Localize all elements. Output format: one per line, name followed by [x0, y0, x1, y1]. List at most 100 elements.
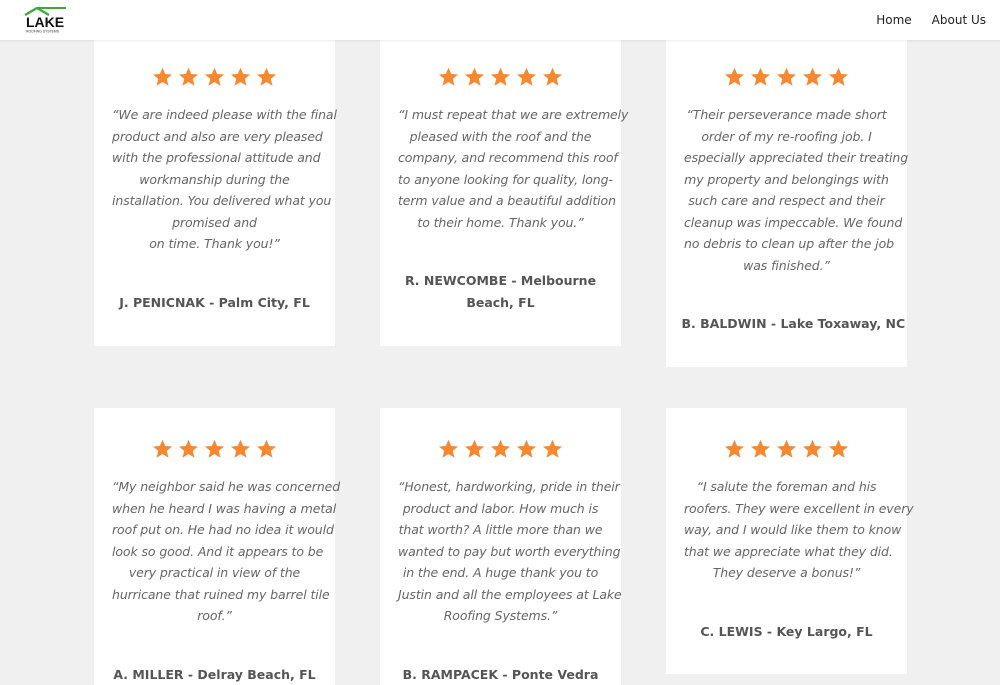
- star-icon: [230, 67, 251, 86]
- author-line: B. BALDWIN - Lake Toxaway, NC: [681, 316, 906, 331]
- testimonial-card: “Their perseverance made short order of m…: [666, 38, 908, 367]
- star-icon: [204, 439, 225, 458]
- author-line: A. MILLER - Delray Beach, FL: [113, 666, 316, 682]
- star-icon: [828, 439, 849, 458]
- star-icon: [152, 67, 173, 86]
- quote-line: when he heard I was having a metal: [112, 500, 337, 516]
- star-icon: [464, 67, 485, 86]
- star-rating: [380, 67, 621, 87]
- quote-line: They deserve a bonus!”: [712, 565, 861, 580]
- quote-line: look so good. And it appears to be: [112, 543, 324, 559]
- testimonial-quote: “Their perseverance made short order of m…: [684, 104, 908, 276]
- quote-line: “We are indeed please with the final: [112, 107, 337, 122]
- quote-line: installation. You delivered what you: [112, 193, 332, 208]
- testimonial-quote: “My neighbor said he was concerned when h…: [112, 476, 341, 627]
- quote-line: very practical in view of the: [128, 565, 301, 580]
- quote-line: with the professional attitude and: [112, 150, 321, 165]
- testimonial-card: “My neighbor said he was concerned when h…: [94, 408, 341, 685]
- star-icon: [490, 67, 511, 86]
- star-icon: [230, 439, 251, 458]
- site-logo[interactable]: LAKE ROOFING SYSTEMS: [22, 4, 78, 34]
- quote-line: to their home. Thank you.”: [417, 214, 584, 230]
- quote-line: “I must repeat that we are extremely: [398, 107, 629, 122]
- author-line: Beach, FL: [466, 295, 535, 310]
- quote-line: product and also are very pleased: [112, 128, 323, 144]
- quote-line: way, and I would like them to know: [684, 522, 902, 537]
- quote-line: product and labor. How much is: [402, 500, 599, 516]
- quote-line: Roofing Systems.”: [443, 608, 558, 623]
- star-icon: [152, 439, 173, 458]
- star-icon: [750, 439, 771, 458]
- author-line: C. LEWIS - Key Largo, FL: [700, 623, 873, 639]
- star-icon: [178, 439, 199, 458]
- star-icon: [724, 67, 745, 86]
- star-icon: [542, 67, 563, 86]
- nav-home-link[interactable]: Home: [876, 13, 911, 27]
- quote-line: promised and: [172, 214, 257, 230]
- star-icon: [438, 439, 459, 458]
- quote-line: hurricane that ruined my barrel tile: [112, 586, 330, 602]
- quote-line: roofers. They were excellent in every: [684, 500, 914, 516]
- author-line: J. PENICNAK - Palm City, FL: [119, 294, 310, 310]
- quote-line: no debris to clean up after the job: [684, 236, 894, 251]
- testimonial-author: B. BALDWIN - Lake Toxaway, NC: [681, 313, 906, 335]
- star-icon: [256, 439, 277, 458]
- author-line: B. RAMPACEK - Ponte Vedra: [402, 666, 599, 682]
- quote-line: was finished.”: [743, 257, 830, 273]
- star-icon: [178, 67, 199, 86]
- quote-line: company, and recommend this roof: [398, 150, 618, 165]
- star-icon: [776, 67, 797, 86]
- testimonial-card: “I must repeat that we are extremely plea…: [380, 38, 629, 346]
- star-icon: [776, 439, 797, 458]
- star-rating: [380, 439, 621, 459]
- quote-line: workmanship during the: [139, 171, 290, 187]
- star-icon: [750, 67, 771, 86]
- testimonial-author: B. RAMPACEK - Ponte Vedra: [396, 664, 606, 685]
- quote-line: that worth? A little more than we: [398, 522, 603, 537]
- quote-line: “Their perseverance made short: [686, 107, 887, 122]
- testimonial-author: C. LEWIS - Key Largo, FL: [682, 621, 892, 643]
- quote-line: such care and respect and their: [688, 193, 885, 208]
- quote-line: to anyone looking for quality, long-: [398, 171, 613, 187]
- star-rating: [666, 439, 907, 459]
- testimonial-card: “We are indeed please with the final prod…: [94, 38, 337, 346]
- star-icon: [724, 439, 745, 458]
- quote-line: cleanup was impeccable. We found: [684, 214, 903, 230]
- quote-line: that we appreciate what they did.: [684, 543, 893, 559]
- star-rating: [94, 439, 335, 459]
- star-rating: [94, 67, 335, 87]
- testimonial-quote: “I salute the foreman and his roofers. Th…: [684, 476, 914, 584]
- quote-line: order of my re-roofing job. I: [701, 128, 872, 144]
- star-icon: [516, 67, 537, 86]
- star-icon: [464, 439, 485, 458]
- quote-line: roof.”: [197, 608, 232, 623]
- star-icon: [490, 439, 511, 458]
- star-icon: [256, 67, 277, 86]
- quote-line: Justin and all the employees at Lake: [398, 586, 622, 602]
- quote-line: my property and belongings with: [684, 171, 889, 187]
- star-icon: [516, 439, 537, 458]
- testimonial-quote: “I must repeat that we are extremely plea…: [398, 104, 629, 233]
- author-line: R. NEWCOMBE - Melbourne: [404, 273, 597, 288]
- quote-line: “My neighbor said he was concerned: [112, 479, 341, 494]
- star-icon: [542, 439, 563, 458]
- quote-line: wanted to pay but worth everything: [398, 543, 621, 559]
- star-icon: [438, 67, 459, 86]
- quote-line: pleased with the roof and the: [409, 128, 592, 144]
- testimonial-quote: “Honest, hardworking, pride in their prod…: [398, 476, 622, 627]
- site-header: LAKE ROOFING SYSTEMS Home About Us: [0, 0, 1000, 40]
- logo-tagline: ROOFING SYSTEMS: [26, 30, 60, 34]
- testimonial-card: “Honest, hardworking, pride in their prod…: [380, 408, 622, 685]
- testimonial-card: “I salute the foreman and his roofers. Th…: [666, 408, 914, 674]
- nav-about-link[interactable]: About Us: [932, 13, 986, 27]
- star-rating: [666, 67, 907, 87]
- star-icon: [802, 439, 823, 458]
- star-icon: [828, 67, 849, 86]
- testimonial-quote: “We are indeed please with the final prod…: [112, 104, 337, 255]
- testimonial-author: R. NEWCOMBE - Melbourne Beach, FL: [396, 270, 606, 314]
- quote-line: term value and a beautiful addition: [398, 193, 616, 208]
- quote-line: in the end. A huge thank you to: [402, 565, 599, 580]
- quote-line: roof put on. He had no idea it would: [112, 522, 334, 537]
- logo-brand: LAKE: [26, 14, 64, 30]
- quote-line: “I salute the foreman and his: [696, 479, 877, 494]
